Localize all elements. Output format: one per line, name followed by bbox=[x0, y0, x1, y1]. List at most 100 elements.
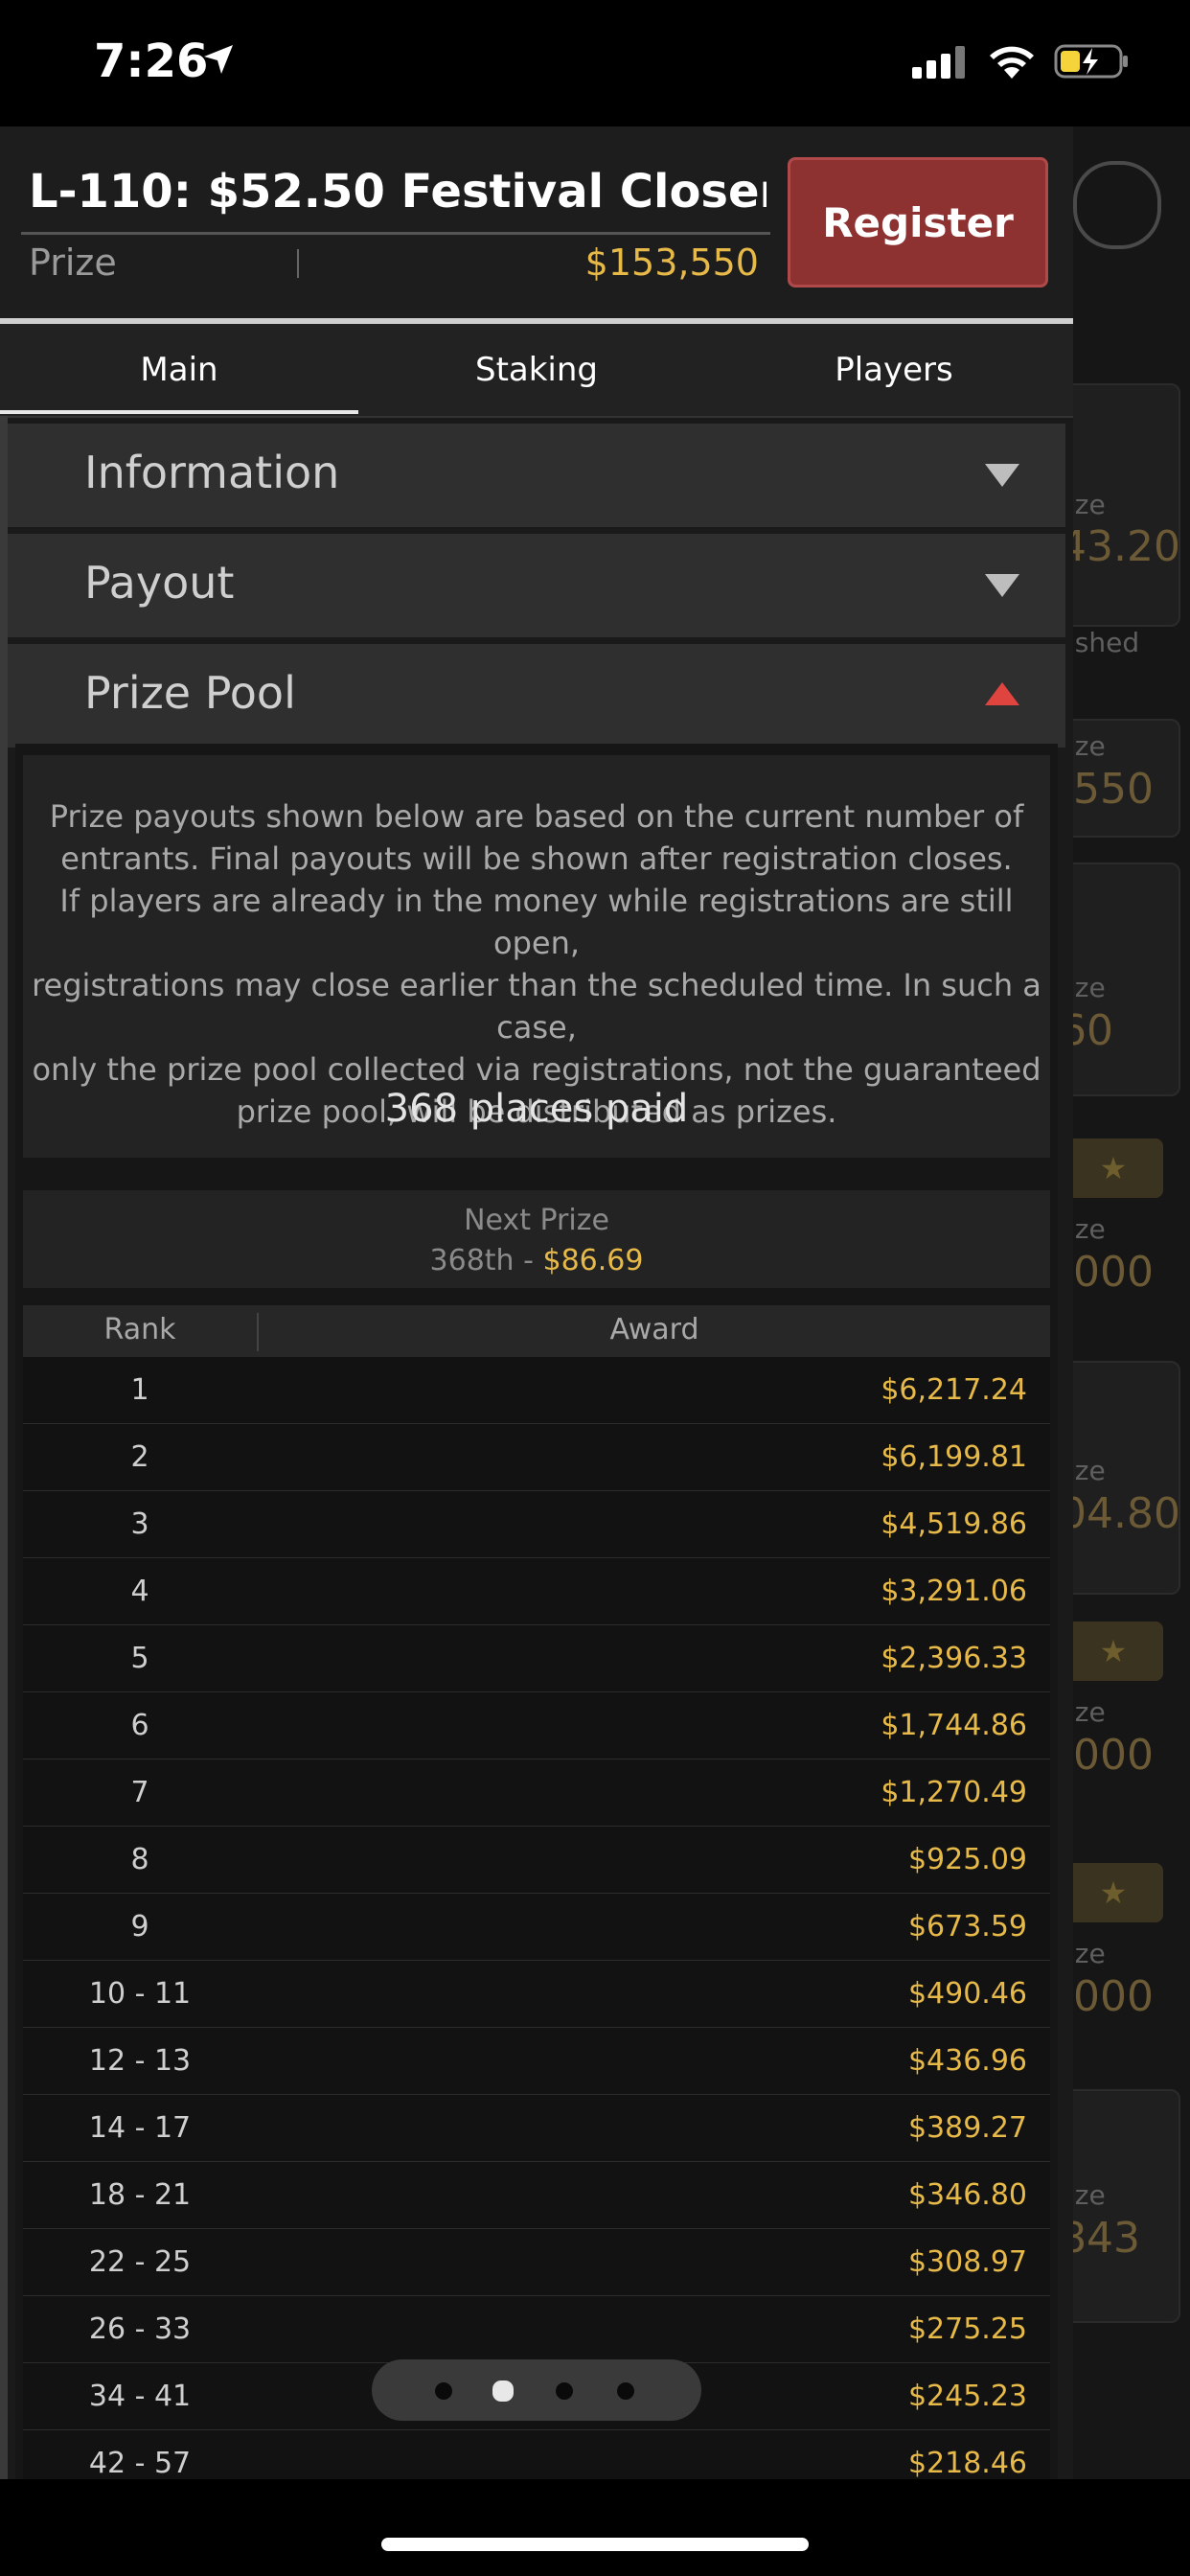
rank-cell: 10 - 11 bbox=[88, 1977, 192, 2011]
table-row: 42 - 57 $218.46 bbox=[23, 2430, 1050, 2479]
star-icon: ★ bbox=[1064, 1863, 1163, 1922]
rank-cell: 14 - 17 bbox=[88, 2111, 192, 2145]
tab-staking[interactable]: Staking bbox=[358, 324, 715, 416]
next-prize-label: Next Prize bbox=[464, 1204, 609, 1237]
award-cell: $389.27 bbox=[907, 2111, 1027, 2145]
tournament-title: L-110: $52.50 Festival Closer [Bounty Bu… bbox=[29, 165, 767, 218]
section-information[interactable]: Information bbox=[8, 424, 1065, 530]
page-dot-active[interactable] bbox=[492, 2380, 514, 2402]
title-divider bbox=[21, 232, 770, 235]
award-cell: $436.96 bbox=[907, 2044, 1027, 2078]
rank-cell: 2 bbox=[130, 1440, 149, 1474]
notice-line: Prize payouts shown below are based on t… bbox=[49, 798, 1024, 835]
award-cell: $346.80 bbox=[907, 2178, 1027, 2212]
table-row: 8 $925.09 bbox=[23, 1827, 1050, 1894]
table-row: 6 $1,744.86 bbox=[23, 1692, 1050, 1760]
notice-line: registrations may close earlier than the… bbox=[32, 967, 1041, 1046]
section-prize-pool[interactable]: Prize Pool bbox=[8, 644, 1065, 750]
register-button[interactable]: Register bbox=[788, 157, 1048, 288]
table-row: 22 - 25 $308.97 bbox=[23, 2229, 1050, 2296]
column-header-award: Award bbox=[609, 1313, 699, 1346]
rank-cell: 1 bbox=[130, 1373, 149, 1407]
background-value: ,000 bbox=[1060, 1248, 1154, 1297]
rank-cell: 22 - 25 bbox=[88, 2245, 192, 2279]
rank-cell: 34 - 41 bbox=[88, 2380, 192, 2413]
table-row: 7 $1,270.49 bbox=[23, 1760, 1050, 1827]
award-cell: $308.97 bbox=[907, 2245, 1027, 2279]
notice-line: entrants. Final payouts will be shown af… bbox=[60, 840, 1013, 877]
home-indicator[interactable] bbox=[381, 2538, 809, 2551]
battery-charging-icon bbox=[1054, 44, 1128, 79]
table-row: 12 - 13 $436.96 bbox=[23, 2028, 1050, 2095]
payout-table-body: 1 $6,217.24 2 $6,199.81 3 $4,519.86 4 $3,291… bbox=[23, 1357, 1050, 2479]
background-value: ,000 bbox=[1060, 1972, 1154, 2021]
table-row: 2 $6,199.81 bbox=[23, 1424, 1050, 1491]
home-bar-area bbox=[0, 2479, 1190, 2576]
poker-card-logo-icon bbox=[1073, 161, 1161, 249]
next-prize-line: 368th - $86.69 bbox=[23, 1244, 1050, 1277]
award-cell: $1,744.86 bbox=[881, 1709, 1027, 1742]
rank-cell: 5 bbox=[130, 1642, 149, 1675]
table-row: 5 $2,396.33 bbox=[23, 1625, 1050, 1692]
section-label: Prize Pool bbox=[84, 667, 296, 719]
section-payout[interactable]: Payout bbox=[8, 534, 1065, 640]
payout-table-header: Rank Award bbox=[23, 1305, 1050, 1357]
table-row: 14 - 17 $389.27 bbox=[23, 2095, 1050, 2162]
notice-text: Prize payouts shown below are based on t… bbox=[23, 795, 1050, 1133]
page-indicator[interactable] bbox=[372, 2359, 701, 2421]
award-cell: $673.59 bbox=[907, 1910, 1027, 1944]
background-value: ,550 bbox=[1060, 765, 1154, 814]
award-cell: $218.46 bbox=[907, 2447, 1027, 2479]
expand-arrow-icon bbox=[985, 464, 1019, 487]
page-dot[interactable] bbox=[435, 2382, 452, 2400]
star-icon: ★ bbox=[1064, 1138, 1163, 1198]
rank-cell: 26 - 33 bbox=[88, 2312, 192, 2346]
tab-players[interactable]: Players bbox=[715, 324, 1073, 416]
award-cell: $2,396.33 bbox=[881, 1642, 1027, 1675]
background-value: ,000 bbox=[1060, 1731, 1154, 1780]
wifi-icon bbox=[990, 46, 1034, 79]
page-dot[interactable] bbox=[617, 2382, 634, 2400]
award-cell: $6,199.81 bbox=[881, 1440, 1027, 1474]
prize-pool-content: Prize payouts shown below are based on t… bbox=[15, 744, 1058, 2479]
table-row: 1 $6,217.24 bbox=[23, 1357, 1050, 1424]
rank-cell: 42 - 57 bbox=[88, 2447, 192, 2479]
tournament-detail-panel: L-110: $52.50 Festival Closer [Bounty Bu… bbox=[0, 126, 1073, 2479]
award-cell: $245.23 bbox=[907, 2380, 1027, 2413]
location-arrow-icon bbox=[204, 45, 233, 74]
prize-label: Prize bbox=[29, 242, 117, 284]
prize-value: $153,550 bbox=[584, 242, 759, 284]
star-icon: ★ bbox=[1064, 1622, 1163, 1681]
rank-cell: 8 bbox=[130, 1843, 149, 1876]
expand-arrow-icon bbox=[985, 574, 1019, 597]
rank-cell: 12 - 13 bbox=[88, 2044, 192, 2078]
award-cell: $925.09 bbox=[907, 1843, 1027, 1876]
background-value: 43.20 bbox=[1060, 522, 1180, 571]
collapse-arrow-icon bbox=[985, 682, 1019, 705]
next-prize-separator: - bbox=[514, 1244, 543, 1277]
active-tab-indicator bbox=[0, 410, 358, 414]
page-dot[interactable] bbox=[556, 2382, 573, 2400]
cellular-signal-icon bbox=[912, 46, 965, 79]
prize-divider bbox=[297, 249, 299, 278]
places-paid: 368 places paid bbox=[384, 1087, 689, 1131]
rank-cell: 18 - 21 bbox=[88, 2178, 192, 2212]
rank-cell: 7 bbox=[130, 1776, 149, 1809]
tab-bar: Main Staking Players bbox=[0, 324, 1073, 418]
section-label: Information bbox=[84, 447, 340, 498]
tournament-header: L-110: $52.50 Festival Closer [Bounty Bu… bbox=[0, 126, 1073, 322]
rank-cell: 4 bbox=[130, 1575, 149, 1608]
table-row: 4 $3,291.06 bbox=[23, 1558, 1050, 1625]
background-value: 04.80 bbox=[1060, 1489, 1180, 1538]
status-bar: 7:26 bbox=[0, 0, 1190, 126]
next-prize-rank: 368th bbox=[429, 1244, 515, 1277]
rank-cell: 9 bbox=[130, 1910, 149, 1944]
background-label: ished bbox=[1067, 627, 1140, 658]
tab-main[interactable]: Main bbox=[0, 324, 358, 416]
award-cell: $490.46 bbox=[907, 1977, 1027, 2011]
table-row: 26 - 33 $275.25 bbox=[23, 2296, 1050, 2363]
scrollbar[interactable] bbox=[0, 416, 8, 2479]
award-cell: $4,519.86 bbox=[881, 1507, 1027, 1541]
rank-cell: 6 bbox=[130, 1709, 149, 1742]
table-row: 3 $4,519.86 bbox=[23, 1491, 1050, 1558]
